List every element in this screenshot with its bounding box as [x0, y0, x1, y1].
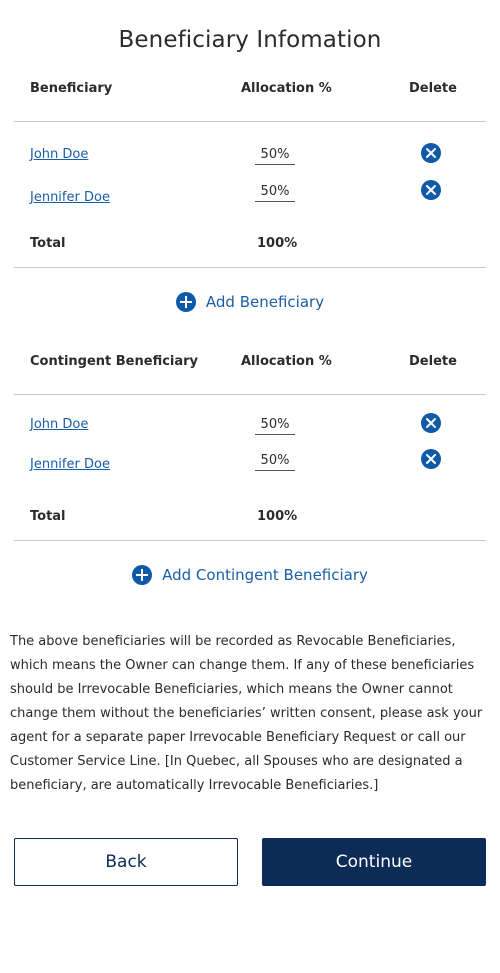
delete-beneficiary-button[interactable] — [421, 143, 441, 163]
contingent-table-header: Contingent Beneficiary Allocation % Dele… — [14, 346, 486, 395]
contingent-name-link[interactable]: John Doe — [30, 417, 88, 432]
allocation-input[interactable] — [255, 449, 295, 471]
plus-circle-icon — [175, 292, 196, 312]
beneficiary-name-link[interactable]: Jennifer Doe — [30, 190, 110, 205]
add-contingent-beneficiary-button[interactable]: Add Contingent Beneficiary — [0, 565, 500, 593]
page-title: Beneficiary Infomation — [118, 27, 382, 53]
beneficiary-name-link[interactable]: John Doe — [30, 147, 88, 162]
back-button[interactable]: Back — [14, 838, 238, 886]
table-row: Jennifer Doe — [14, 180, 486, 205]
header-delete: Delete — [409, 81, 457, 96]
beneficiary-total-row: Total 100% — [14, 221, 486, 268]
total-value: 100% — [257, 509, 298, 524]
delete-contingent-button[interactable] — [421, 449, 441, 469]
add-contingent-label: Add Contingent Beneficiary — [162, 566, 368, 584]
close-icon — [426, 185, 436, 195]
total-label: Total — [30, 509, 66, 524]
contingent-total-row: Total 100% — [14, 494, 486, 541]
header-allocation: Allocation % — [241, 354, 332, 369]
header-allocation: Allocation % — [241, 81, 332, 96]
allocation-input[interactable] — [255, 180, 295, 202]
delete-contingent-button[interactable] — [421, 413, 441, 433]
close-icon — [426, 418, 436, 428]
header-beneficiary: Beneficiary — [30, 81, 113, 96]
add-beneficiary-button[interactable]: Add Beneficiary — [0, 292, 500, 320]
add-beneficiary-label: Add Beneficiary — [205, 293, 325, 311]
total-label: Total — [30, 236, 66, 251]
header-contingent-beneficiary: Contingent Beneficiary — [30, 354, 199, 369]
plus-circle-icon — [132, 565, 153, 585]
revocable-notice-text: The above beneficiaries will be recorded… — [10, 634, 483, 793]
allocation-input[interactable] — [255, 413, 295, 435]
table-row: John Doe — [14, 143, 486, 167]
continue-button[interactable]: Continue — [262, 838, 486, 886]
beneficiary-table-header: Beneficiary Allocation % Delete — [14, 73, 486, 122]
table-row: John Doe — [14, 413, 486, 437]
total-value: 100% — [257, 236, 298, 251]
header-delete: Delete — [409, 354, 457, 369]
allocation-input[interactable] — [255, 143, 295, 165]
delete-beneficiary-button[interactable] — [421, 180, 441, 200]
contingent-name-link[interactable]: Jennifer Doe — [30, 457, 110, 472]
table-row: Jennifer Doe — [14, 449, 486, 473]
close-icon — [426, 148, 436, 158]
close-icon — [426, 454, 436, 464]
